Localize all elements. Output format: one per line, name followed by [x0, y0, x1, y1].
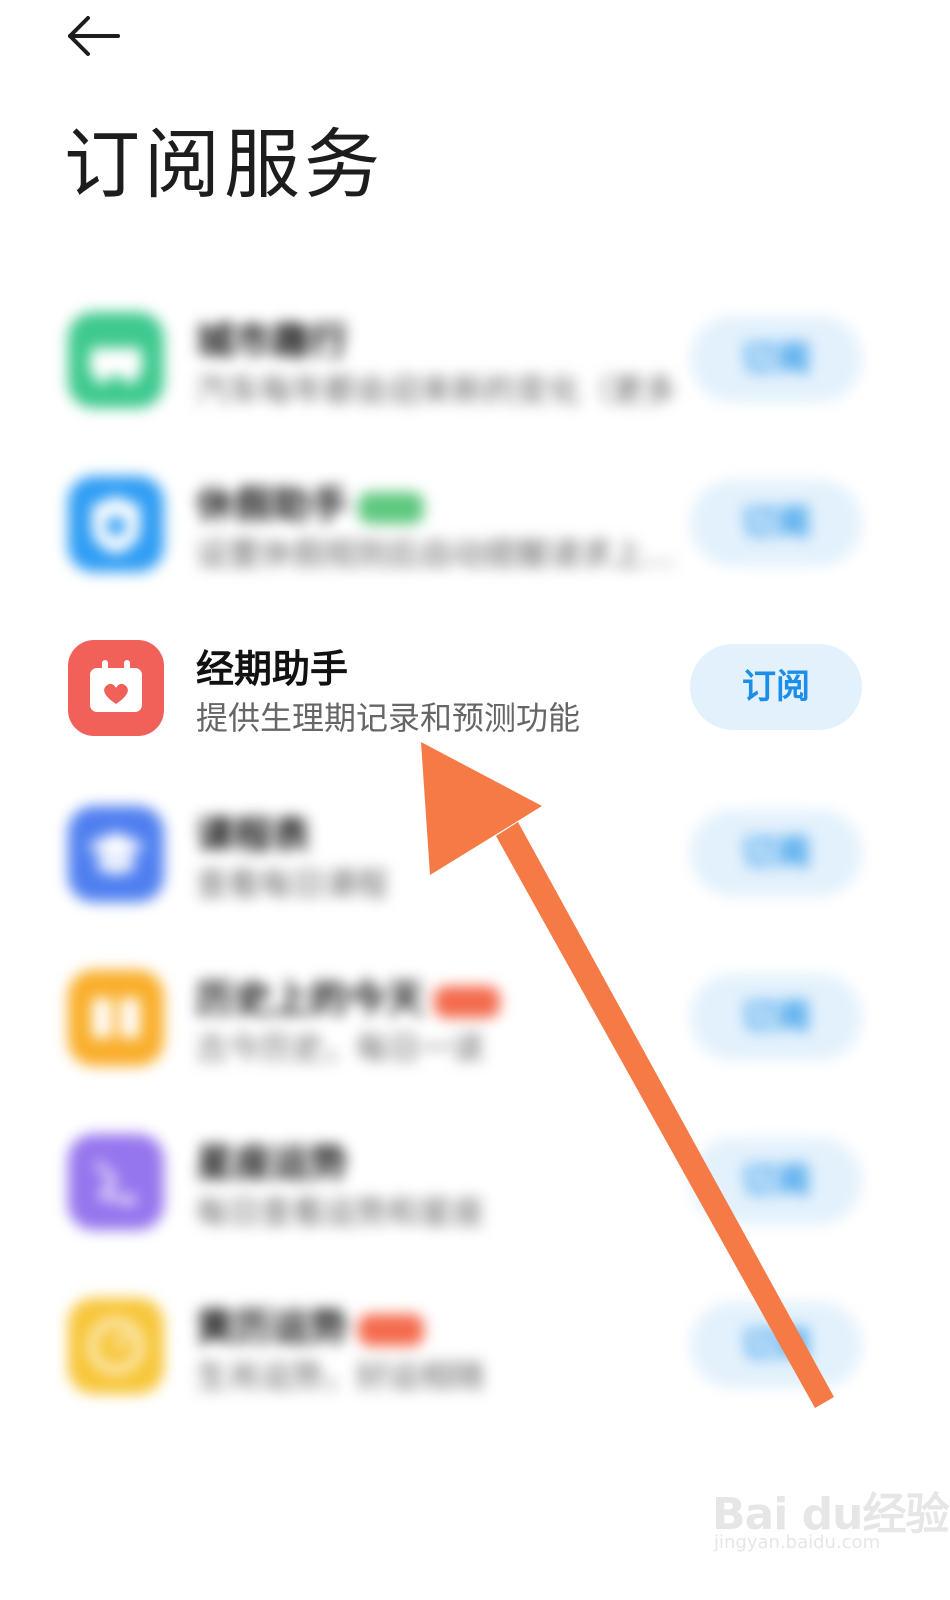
service-row[interactable]: 课程表 查看每日课程 订阅	[0, 794, 950, 914]
shield-clock-icon	[68, 476, 164, 572]
service-desc: 古今历史，每日一读	[196, 1029, 485, 1067]
service-name: 课程表	[196, 813, 311, 857]
clock-icon	[68, 1298, 164, 1394]
service-name: 城市趣行	[196, 319, 349, 363]
back-button[interactable]	[60, 10, 130, 66]
hot-badge	[358, 1313, 425, 1346]
service-desc: 汽车每年都会迎来新的变化（更多点…	[196, 371, 676, 409]
subscribe-button[interactable]: 订阅	[690, 480, 862, 566]
service-name: 历史上的今天	[196, 976, 501, 1022]
service-row[interactable]: 城市趣行 汽车每年都会迎来新的变化（更多点… 订阅	[0, 300, 950, 420]
service-name-text: 历史上的今天	[196, 977, 425, 1021]
page-title: 订阅服务	[64, 120, 384, 209]
service-name: 休假助手	[196, 482, 425, 528]
baidu-jingyan-watermark: Bai du经验 jingyan.baidu.com	[700, 1478, 949, 1558]
service-desc: 提供生理期记录和预测功能	[196, 699, 581, 737]
service-name-text: 黄历运势	[196, 1305, 349, 1349]
service-name: 黄历运势	[196, 1304, 425, 1350]
service-row[interactable]: 黄历运势 生肖运势，好运相随 订阅	[0, 1286, 950, 1406]
service-row[interactable]: 历史上的今天 古今历史，每日一读 订阅	[0, 958, 950, 1078]
arrow-left-icon	[68, 16, 120, 56]
service-desc: 生肖运势，好运相随	[196, 1357, 485, 1395]
subscribe-button[interactable]: 订阅	[690, 810, 862, 896]
service-row[interactable]: 休假助手 设置休假规则后自动提醒请求上… 订阅	[0, 464, 950, 584]
subscribe-button[interactable]: 订阅	[690, 644, 862, 730]
service-name: 星座运势	[196, 1141, 349, 1185]
service-row-period-assistant[interactable]: 经期助手 提供生理期记录和预测功能 订阅	[0, 628, 950, 748]
service-name-text: 休假助手	[196, 483, 349, 527]
watermark-url: jingyan.baidu.com	[714, 1532, 881, 1553]
subscribe-button[interactable]: 订阅	[690, 974, 862, 1060]
book-icon	[68, 970, 164, 1066]
subscribe-button[interactable]: 订阅	[690, 1302, 862, 1388]
calendar-heart-icon	[68, 640, 164, 736]
hot-badge	[434, 985, 501, 1018]
new-badge	[358, 491, 425, 524]
service-desc: 查看每日课程	[196, 865, 389, 903]
subscribe-button[interactable]: 订阅	[690, 316, 862, 402]
service-name: 经期助手	[196, 647, 349, 691]
service-desc: 设置休假规则后自动提醒请求上…	[196, 535, 676, 573]
service-row[interactable]: 星座运势 每日查看运势和星座 订阅	[0, 1122, 950, 1242]
constellation-icon	[68, 1134, 164, 1230]
graduation-cap-icon	[68, 806, 164, 902]
subscribe-button[interactable]: 订阅	[690, 1138, 862, 1224]
car-icon	[68, 312, 164, 408]
service-desc: 每日查看运势和星座	[196, 1193, 485, 1231]
